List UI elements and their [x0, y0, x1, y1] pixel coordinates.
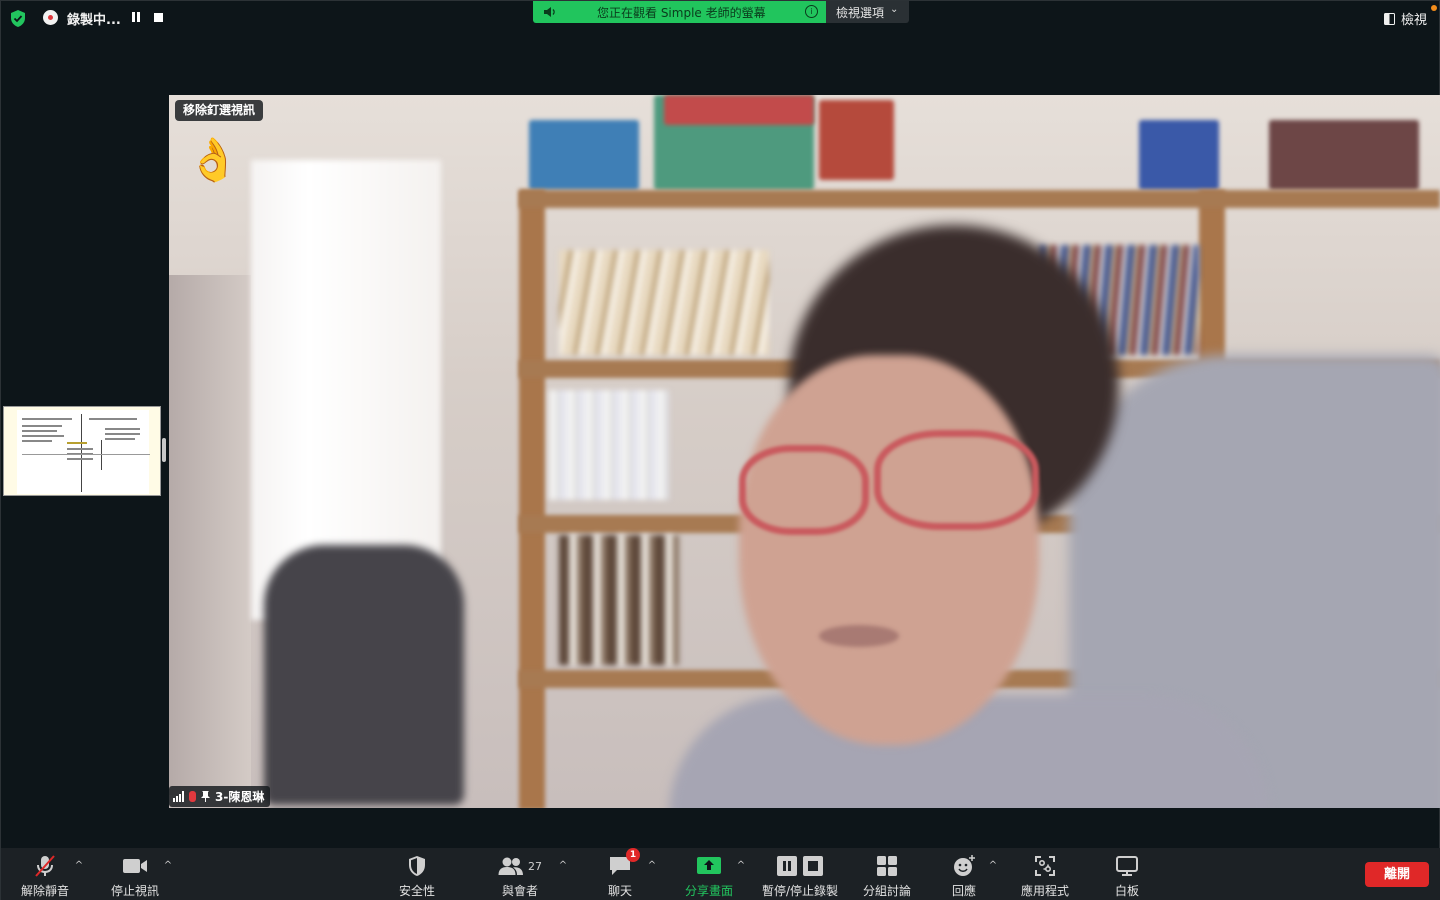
reactions-options-caret[interactable]: ^ [987, 860, 999, 872]
shared-screen-thumbnail[interactable] [3, 406, 161, 496]
share-banner: 您正在觀看 Simple 老師的螢幕 i 檢視選項 ⌄ [533, 1, 909, 23]
chat-unread-badge: 1 [626, 848, 640, 862]
zoom-meeting-window: 錄製中... 您正在觀看 Simple 老師的螢幕 i 檢視選項 ⌄ 檢視 移除… [0, 0, 1440, 900]
pin-icon [201, 791, 210, 802]
participants-count: 27 [528, 859, 542, 873]
meeting-toolbar: 解除靜音 ^ 停止視訊 ^ 安全性 27 與會者 ^ 1 聊天 ^ 分享畫面 ^… [1, 848, 1440, 900]
stop-video-label: 停止視訊 [111, 884, 160, 898]
notification-dot [1431, 5, 1437, 11]
view-options-button[interactable]: 檢視選項 ⌄ [826, 1, 909, 23]
breakout-rooms-icon [877, 856, 897, 876]
info-icon[interactable]: i [805, 5, 818, 18]
participants-icon [498, 857, 523, 875]
breakout-rooms-button[interactable]: 分組討論 [863, 854, 911, 899]
chat-button[interactable]: 1 聊天 [608, 848, 640, 899]
speaker-icon [544, 7, 555, 17]
apps-label: 應用程式 [1021, 884, 1070, 898]
participant-name-tag: 3-陳恩琳 [169, 786, 271, 807]
share-screen-label: 分享畫面 [685, 884, 734, 898]
share-banner-text: 您正在觀看 Simple 老師的螢幕 [597, 6, 766, 20]
share-screen-button[interactable]: 分享畫面 [685, 854, 733, 899]
view-options-label: 檢視選項 [836, 6, 885, 20]
pause-icon[interactable] [132, 12, 141, 22]
recording-status: 錄製中... [67, 13, 121, 28]
view-button[interactable]: 檢視 [1383, 9, 1427, 28]
pause-record-icon [777, 856, 824, 876]
view-icon [1383, 12, 1395, 25]
share-screen-icon [697, 857, 721, 874]
leave-button[interactable]: 離開 [1365, 862, 1429, 887]
pause-stop-recording-label: 暫停/停止錄製 [762, 884, 839, 898]
video-options-caret[interactable]: ^ [162, 860, 174, 872]
security-label: 安全性 [399, 884, 436, 898]
mic-off-icon [35, 855, 55, 877]
chat-label: 聊天 [608, 884, 633, 898]
mic-off-icon [189, 791, 196, 802]
participants-label: 與會者 [501, 884, 538, 898]
pause-stop-recording-button[interactable]: 暫停/停止錄製 [762, 854, 838, 899]
share-options-caret[interactable]: ^ [735, 860, 747, 872]
apps-button[interactable]: 應用程式 [1021, 854, 1069, 899]
breakout-rooms-label: 分組討論 [863, 884, 912, 898]
stop-video-button[interactable]: 停止視訊 [111, 854, 159, 899]
pinned-video[interactable]: 移除釘選視訊 👌 3-陳恩琳 [169, 95, 1440, 808]
chat-options-caret[interactable]: ^ [646, 860, 658, 872]
signal-icon [173, 791, 184, 802]
reactions-label: 回應 [952, 884, 977, 898]
reactions-icon [954, 855, 975, 876]
shield-icon[interactable] [10, 10, 26, 27]
thumbnail-resize-handle[interactable] [162, 438, 166, 462]
participants-options-caret[interactable]: ^ [557, 860, 569, 872]
whiteboard-button[interactable]: 白板 [1115, 854, 1139, 899]
participant-name: 3-陳恩琳 [215, 790, 265, 804]
unmute-label: 解除靜音 [21, 884, 70, 898]
apps-icon [1035, 856, 1055, 876]
whiteboard-icon [1116, 856, 1138, 876]
unpin-video-button[interactable]: 移除釘選視訊 [175, 100, 264, 121]
chevron-down-icon: ⌄ [890, 4, 899, 15]
stop-icon[interactable] [154, 13, 163, 22]
ok-hand-reaction: 👌 [187, 135, 240, 184]
reactions-button[interactable]: 回應 [952, 854, 976, 899]
unmute-button[interactable]: 解除靜音 [21, 854, 69, 899]
video-camera-icon [123, 859, 147, 873]
security-shield-icon [409, 856, 425, 876]
view-label: 檢視 [1400, 13, 1427, 28]
whiteboard-label: 白板 [1115, 884, 1140, 898]
top-bar: 錄製中... 您正在觀看 Simple 老師的螢幕 i 檢視選項 ⌄ 檢視 [1, 1, 1440, 35]
participants-button[interactable]: 27 與會者 [498, 854, 542, 899]
audio-options-caret[interactable]: ^ [73, 860, 85, 872]
share-status: 您正在觀看 Simple 老師的螢幕 i [533, 1, 826, 23]
record-icon [43, 10, 58, 25]
security-button[interactable]: 安全性 [399, 854, 435, 899]
